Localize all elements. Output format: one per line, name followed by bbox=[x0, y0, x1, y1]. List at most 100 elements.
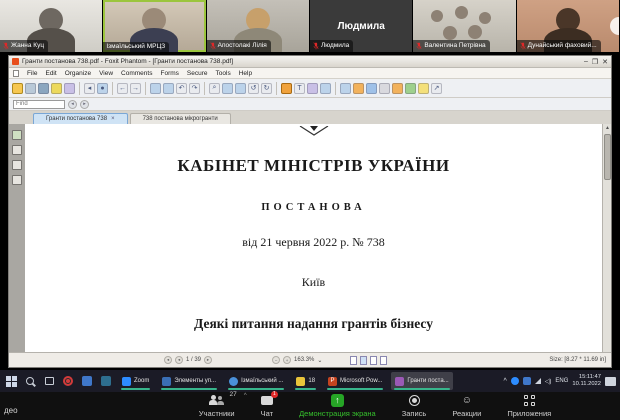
note-comment-icon[interactable] bbox=[418, 83, 429, 94]
zoom-level[interactable]: 163.3% bbox=[294, 357, 314, 363]
page-prev-icon[interactable]: ← bbox=[117, 83, 128, 94]
page-next-icon[interactable]: → bbox=[130, 83, 141, 94]
continuous-facing-view-icon[interactable] bbox=[380, 356, 387, 365]
participant-tile[interactable]: Дунайський фаховий... bbox=[517, 0, 620, 52]
gallery-next-icon[interactable] bbox=[610, 17, 620, 35]
vertical-scrollbar[interactable]: ▲ bbox=[602, 124, 611, 352]
taskbar-app-elements[interactable]: Элементы уп... bbox=[158, 372, 220, 390]
form-field-icon[interactable] bbox=[340, 83, 351, 94]
signature-icon[interactable] bbox=[353, 83, 364, 94]
edit-text-icon[interactable] bbox=[392, 83, 403, 94]
save-icon[interactable] bbox=[25, 83, 36, 94]
menu-secure[interactable]: Secure bbox=[187, 70, 208, 77]
tab-close-icon[interactable]: × bbox=[111, 116, 115, 122]
print-icon[interactable] bbox=[38, 83, 49, 94]
first-page-nav-icon[interactable]: ◂ bbox=[164, 356, 172, 364]
apps-button[interactable]: Приложения bbox=[507, 395, 551, 418]
continuous-view-icon[interactable] bbox=[360, 356, 367, 365]
single-page-view-icon[interactable] bbox=[350, 356, 357, 365]
security-lock-icon[interactable] bbox=[379, 83, 390, 94]
pages-panel-icon[interactable] bbox=[12, 145, 22, 155]
layers-panel-icon[interactable] bbox=[12, 160, 22, 170]
record-button[interactable]: Запись bbox=[402, 395, 427, 418]
menu-file[interactable]: File bbox=[27, 70, 37, 77]
menu-edit[interactable]: Edit bbox=[45, 70, 56, 77]
first-page-icon[interactable]: ● bbox=[97, 83, 108, 94]
menu-tools[interactable]: Tools bbox=[216, 70, 231, 77]
hand-tool-icon[interactable] bbox=[281, 83, 292, 94]
zoom-in-icon[interactable]: + bbox=[283, 356, 291, 364]
find-prev-icon[interactable]: ◂ bbox=[68, 100, 77, 109]
menu-organize[interactable]: Organize bbox=[65, 70, 91, 77]
clock[interactable]: 15:11:47 10.11.2022 bbox=[572, 374, 601, 387]
chat-button[interactable]: 1 Чат bbox=[261, 395, 273, 418]
zoom-caret-icon[interactable]: ⌄ bbox=[317, 357, 322, 364]
identity-icon[interactable] bbox=[366, 83, 377, 94]
page-indicator[interactable]: 1 / 39 bbox=[186, 357, 201, 363]
scrollbar-thumb[interactable] bbox=[604, 134, 611, 180]
select-text-icon[interactable]: T bbox=[294, 83, 305, 94]
prev-view-icon[interactable]: ◂ bbox=[84, 83, 95, 94]
browser-icon[interactable] bbox=[80, 374, 94, 388]
tab-granty-postanova-738[interactable]: Гранти постанова 738 × bbox=[33, 113, 128, 124]
scroll-up-icon[interactable]: ▲ bbox=[603, 124, 611, 133]
pdf-page[interactable]: КАБІНЕТ МІНІСТРІВ УКРАЇНИ ПОСТАНОВА від … bbox=[25, 124, 602, 352]
restore-button[interactable]: ❐ bbox=[592, 58, 598, 66]
participants-button[interactable]: 27 ^ Участники bbox=[199, 395, 235, 418]
tray-expand-icon[interactable]: ^ bbox=[503, 378, 506, 385]
find-next-icon[interactable]: ▸ bbox=[80, 100, 89, 109]
share-screen-button[interactable]: ↑ Демонстрация экрана bbox=[299, 395, 376, 418]
find-input[interactable] bbox=[13, 100, 65, 109]
rotate-right-icon[interactable]: ↻ bbox=[261, 83, 272, 94]
taskbar-app-powerpoint[interactable]: P Microsoft Pow... bbox=[324, 372, 386, 390]
mail-app-icon[interactable] bbox=[99, 374, 113, 388]
snapshot-icon[interactable] bbox=[64, 83, 75, 94]
participants-caret-icon[interactable]: ^ bbox=[244, 393, 247, 399]
paste-icon[interactable] bbox=[163, 83, 174, 94]
minimize-button[interactable]: – bbox=[584, 58, 588, 66]
verify-icon[interactable] bbox=[405, 83, 416, 94]
menu-forms[interactable]: Forms bbox=[160, 70, 178, 77]
typewriter-icon[interactable] bbox=[320, 83, 331, 94]
close-button[interactable]: ✕ bbox=[602, 58, 608, 66]
participant-tile[interactable]: Жанна Куц bbox=[0, 0, 103, 52]
rotate-left-icon[interactable]: ↺ bbox=[248, 83, 259, 94]
facing-view-icon[interactable] bbox=[370, 356, 377, 365]
redo-icon[interactable]: ↷ bbox=[189, 83, 200, 94]
participant-tile-active-speaker[interactable]: Ізмаїльський МРЦЗ bbox=[103, 0, 206, 52]
start-button[interactable] bbox=[4, 374, 18, 388]
comments-panel-icon[interactable] bbox=[12, 175, 22, 185]
next-page-nav-icon[interactable]: ▸ bbox=[204, 356, 212, 364]
task-view-icon[interactable] bbox=[42, 374, 56, 388]
taskbar-app-foxit-active[interactable]: Гранти поста... bbox=[391, 372, 452, 390]
participant-tile-group[interactable]: Валентина Петрівна bbox=[413, 0, 516, 52]
undo-icon[interactable]: ↶ bbox=[176, 83, 187, 94]
taskbar-app-notes[interactable]: 18 bbox=[292, 372, 319, 390]
touch-keyboard-icon[interactable] bbox=[605, 377, 616, 386]
bookmarks-panel-icon[interactable] bbox=[12, 130, 22, 140]
zoom-tool-icon[interactable]: ⌕ bbox=[209, 83, 220, 94]
taskbar-app-izmailskyi[interactable]: Ізмаїльський ... bbox=[225, 372, 287, 390]
volume-icon[interactable]: ◁) bbox=[545, 378, 552, 385]
taskbar-app-zoom[interactable]: Zoom bbox=[118, 372, 153, 390]
recording-app-icon[interactable] bbox=[61, 374, 75, 388]
participant-tile[interactable]: Апостолакі Лілія bbox=[207, 0, 310, 52]
prev-page-nav-icon[interactable]: ◂ bbox=[175, 356, 183, 364]
reactions-button[interactable]: ☺ Реакции bbox=[452, 395, 481, 418]
fit-width-icon[interactable] bbox=[222, 83, 233, 94]
open-icon[interactable] bbox=[12, 83, 23, 94]
participant-tile-no-video[interactable]: Людмила Людмила bbox=[310, 0, 413, 52]
select-annotation-icon[interactable] bbox=[307, 83, 318, 94]
email-icon[interactable] bbox=[51, 83, 62, 94]
menu-comments[interactable]: Comments bbox=[121, 70, 152, 77]
stop-video-button-partial[interactable]: део bbox=[4, 406, 18, 415]
menu-help[interactable]: Help bbox=[239, 70, 252, 77]
fit-page-icon[interactable] bbox=[235, 83, 246, 94]
copy-icon[interactable] bbox=[150, 83, 161, 94]
tab-738-postanova-mikrogranty[interactable]: 738 постанова мікрогранти bbox=[130, 113, 231, 124]
share-arrow-icon[interactable]: ↗ bbox=[431, 83, 442, 94]
zoom-out-icon[interactable]: − bbox=[272, 356, 280, 364]
network-icon[interactable] bbox=[535, 378, 541, 384]
tray-zoom-icon[interactable] bbox=[511, 377, 519, 385]
tray-app-icon[interactable] bbox=[523, 377, 531, 385]
